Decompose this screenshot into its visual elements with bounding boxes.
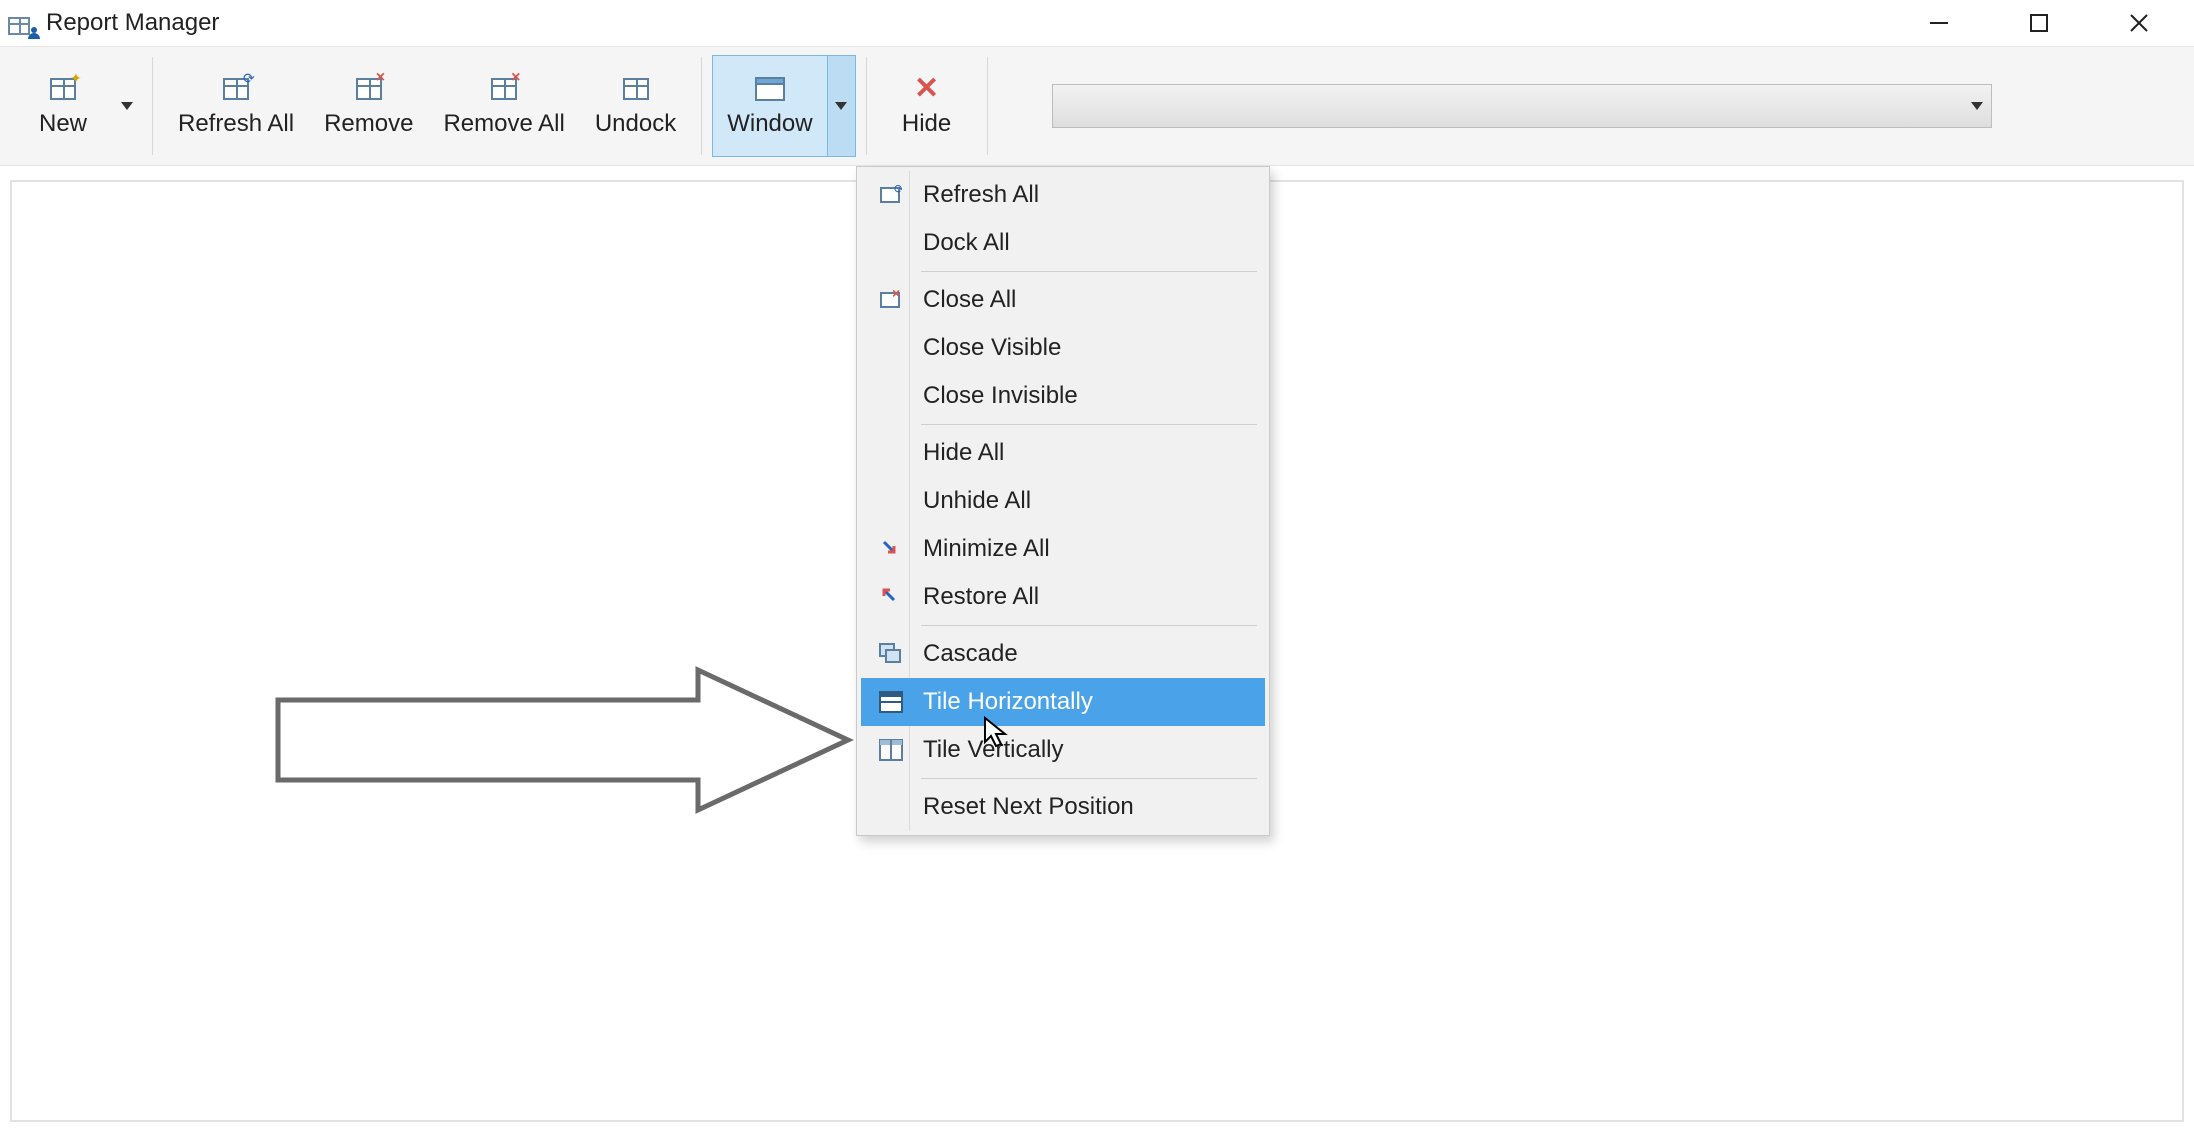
cascade-icon (869, 643, 913, 665)
refresh-all-icon: ⟳ (869, 185, 913, 205)
menu-item-restore-all[interactable]: Restore All (861, 573, 1265, 621)
hide-label: Hide (902, 110, 951, 138)
menu-divider (921, 625, 1257, 626)
minimize-all-icon (869, 538, 913, 560)
menu-item-reset-next-position[interactable]: Reset Next Position (861, 783, 1265, 831)
window-label: Window (727, 110, 812, 138)
window-title: Report Manager (46, 9, 219, 37)
new-button[interactable]: ✦ New (13, 56, 113, 156)
remove-all-button[interactable]: × Remove All (428, 55, 579, 157)
remove-label: Remove (324, 110, 413, 138)
window-dropdown-arrow[interactable] (827, 56, 855, 156)
menu-item-close-visible[interactable]: Close Visible (861, 324, 1265, 372)
toolbar-combobox[interactable] (1052, 84, 1992, 128)
remove-all-label: Remove All (443, 110, 564, 138)
menu-label: Close Invisible (923, 382, 1078, 410)
remove-icon: × (352, 74, 386, 104)
menu-label: Tile Vertically (923, 736, 1063, 764)
tile-vertically-icon (869, 739, 913, 761)
undock-button[interactable]: Undock (580, 55, 691, 157)
menu-item-dock-all[interactable]: Dock All (861, 219, 1265, 267)
menu-item-tile-vertically[interactable]: Tile Vertically (861, 726, 1265, 774)
toolbar-separator (987, 57, 988, 155)
menu-item-close-all[interactable]: × Close All (861, 276, 1265, 324)
menu-label: Unhide All (923, 487, 1031, 515)
close-all-icon: × (869, 290, 913, 310)
restore-all-icon (869, 586, 913, 608)
refresh-all-button[interactable]: ⟳ Refresh All (163, 55, 309, 157)
window-controls (1924, 0, 2194, 46)
window-split-button[interactable]: Window (712, 55, 855, 157)
menu-label: Reset Next Position (923, 793, 1134, 821)
tile-horizontally-icon (869, 691, 913, 713)
menu-divider (921, 778, 1257, 779)
menu-label: Tile Horizontally (923, 688, 1093, 716)
svg-text:×: × (892, 290, 900, 301)
menu-item-minimize-all[interactable]: Minimize All (861, 525, 1265, 573)
menu-item-cascade[interactable]: Cascade (861, 630, 1265, 678)
hide-button[interactable]: ✕ Hide (877, 55, 977, 157)
menu-divider (921, 271, 1257, 272)
window-button[interactable]: Window (713, 56, 826, 156)
new-icon: ✦ (46, 74, 80, 104)
new-label: New (39, 110, 87, 138)
undock-label: Undock (595, 110, 676, 138)
toolbar-separator (866, 57, 867, 155)
window-icon (753, 74, 787, 104)
titlebar: Report Manager (0, 0, 2194, 46)
toolbar-separator (152, 57, 153, 155)
menu-label: Minimize All (923, 535, 1050, 563)
menu-label: Restore All (923, 583, 1039, 611)
undock-icon (619, 74, 653, 104)
menu-label: Cascade (923, 640, 1018, 668)
maximize-button[interactable] (2024, 8, 2054, 38)
toolbar: ✦ New ⟳ Refresh All × Remove × Remove Al… (0, 46, 2194, 166)
chevron-down-icon (1971, 102, 1983, 110)
app-icon (8, 11, 36, 35)
toolbar-separator (701, 57, 702, 155)
remove-button[interactable]: × Remove (309, 55, 428, 157)
menu-label: Hide All (923, 439, 1004, 467)
menu-label: Close Visible (923, 334, 1061, 362)
close-button[interactable] (2124, 8, 2154, 38)
minimize-button[interactable] (1924, 8, 1954, 38)
menu-item-close-invisible[interactable]: Close Invisible (861, 372, 1265, 420)
menu-label: Refresh All (923, 181, 1039, 209)
menu-label: Close All (923, 286, 1016, 314)
menu-item-unhide-all[interactable]: Unhide All (861, 477, 1265, 525)
content-area: ⟳ Refresh All Dock All × Close All Close… (0, 166, 2194, 1132)
new-dropdown-arrow[interactable] (113, 56, 141, 156)
svg-text:⟳: ⟳ (894, 185, 902, 196)
remove-all-icon: × (487, 74, 521, 104)
menu-item-tile-horizontally[interactable]: Tile Horizontally (861, 678, 1265, 726)
menu-item-hide-all[interactable]: Hide All (861, 429, 1265, 477)
hide-icon: ✕ (910, 74, 944, 104)
menu-divider (921, 424, 1257, 425)
menu-item-refresh-all[interactable]: ⟳ Refresh All (861, 171, 1265, 219)
new-split-button[interactable]: ✦ New (12, 55, 142, 157)
refresh-all-label: Refresh All (178, 110, 294, 138)
menu-label: Dock All (923, 229, 1010, 257)
window-dropdown-menu: ⟳ Refresh All Dock All × Close All Close… (856, 166, 1270, 836)
refresh-all-icon: ⟳ (219, 74, 253, 104)
